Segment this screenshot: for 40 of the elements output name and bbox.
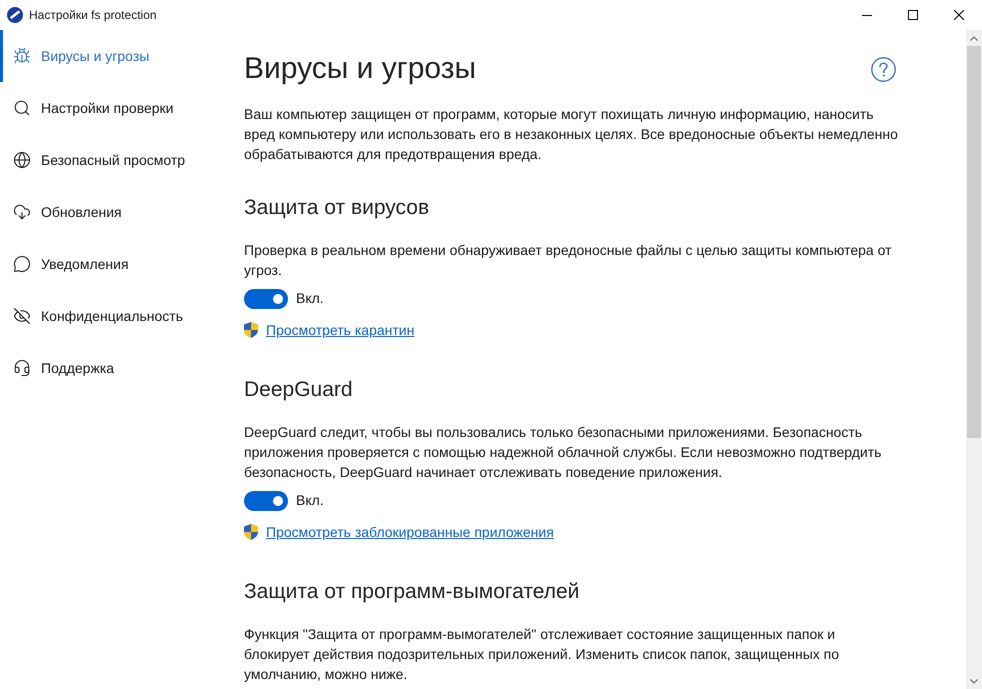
window-title: Настройки fs protection bbox=[29, 7, 157, 24]
page-description: Ваш компьютер защищен от программ, которые могут похищать личную информацию, наносить вред компьютеру или использовать его в незаконных целях. Все вредоносные объекты немедленно обрабатываются для предотвращения вреда. bbox=[244, 105, 899, 164]
sidebar-item[interactable]: Уведомления bbox=[0, 254, 129, 274]
sidebar-item[interactable]: Настройки проверки bbox=[0, 98, 174, 118]
toggle-switch[interactable] bbox=[244, 490, 288, 510]
link[interactable]: Просмотреть карантин bbox=[266, 320, 414, 340]
section-title: Защита от программ-вымогателей bbox=[244, 579, 580, 605]
section-description: DeepGuard следит, чтобы вы пользовались только безопасными приложениями. Безопасность приложения проверяется с помощью надежной облачной службы. Если невозможно подтвердить безопасность, DeepGuard начинает отслеживать поведение приложения. bbox=[244, 423, 882, 482]
chevron-down-icon bbox=[970, 678, 978, 684]
globe-icon bbox=[13, 151, 31, 169]
shield-icon bbox=[244, 322, 258, 338]
scrollbar-thumb[interactable] bbox=[967, 46, 981, 438]
section-title: DeepGuard bbox=[244, 377, 353, 403]
eye-slash-icon bbox=[13, 307, 31, 325]
speech-bubble-icon bbox=[13, 255, 31, 273]
section-title: Защита от вирусов bbox=[244, 195, 430, 221]
magnifier-icon bbox=[13, 99, 31, 117]
minimize-icon bbox=[862, 14, 872, 16]
sidebar-item[interactable]: Поддержка bbox=[0, 358, 114, 378]
sidebar-item[interactable]: Конфиденциальность bbox=[0, 306, 184, 326]
sidebar-item[interactable]: Безопасный просмотр bbox=[0, 150, 186, 170]
link[interactable]: Просмотреть заблокированные приложения bbox=[266, 522, 554, 542]
sidebar-item[interactable]: Обновления bbox=[0, 202, 122, 222]
section-description: Функция "Защита от программ-вымогателей" отслеживает состояние защищенных папок и блокирует действия подозрительных приложений. Изменить список папок, защищенных по умолчанию, можно ниже. bbox=[244, 625, 840, 684]
cloud-download-icon bbox=[13, 203, 31, 221]
shield-icon bbox=[244, 524, 258, 540]
maximize-icon bbox=[908, 10, 918, 20]
toggle-label: Вкл. bbox=[296, 289, 324, 308]
chevron-up-icon bbox=[970, 36, 978, 40]
toggle-switch[interactable] bbox=[244, 288, 288, 308]
bug-icon bbox=[13, 47, 31, 65]
sidebar-item[interactable]: Вирусы и угрозы bbox=[0, 46, 150, 66]
app-logo-icon bbox=[7, 7, 23, 23]
toggle-label: Вкл. bbox=[296, 491, 324, 510]
headset-icon bbox=[13, 359, 31, 377]
help-icon bbox=[871, 56, 896, 82]
section-description: Проверка в реальном времени обнаруживает вредоносные файлы с целью защиты компьютера от угроз. bbox=[244, 241, 892, 280]
close-icon bbox=[954, 10, 964, 20]
page-title: Вирусы и угрозы bbox=[244, 51, 476, 87]
help-button[interactable] bbox=[871, 56, 896, 82]
